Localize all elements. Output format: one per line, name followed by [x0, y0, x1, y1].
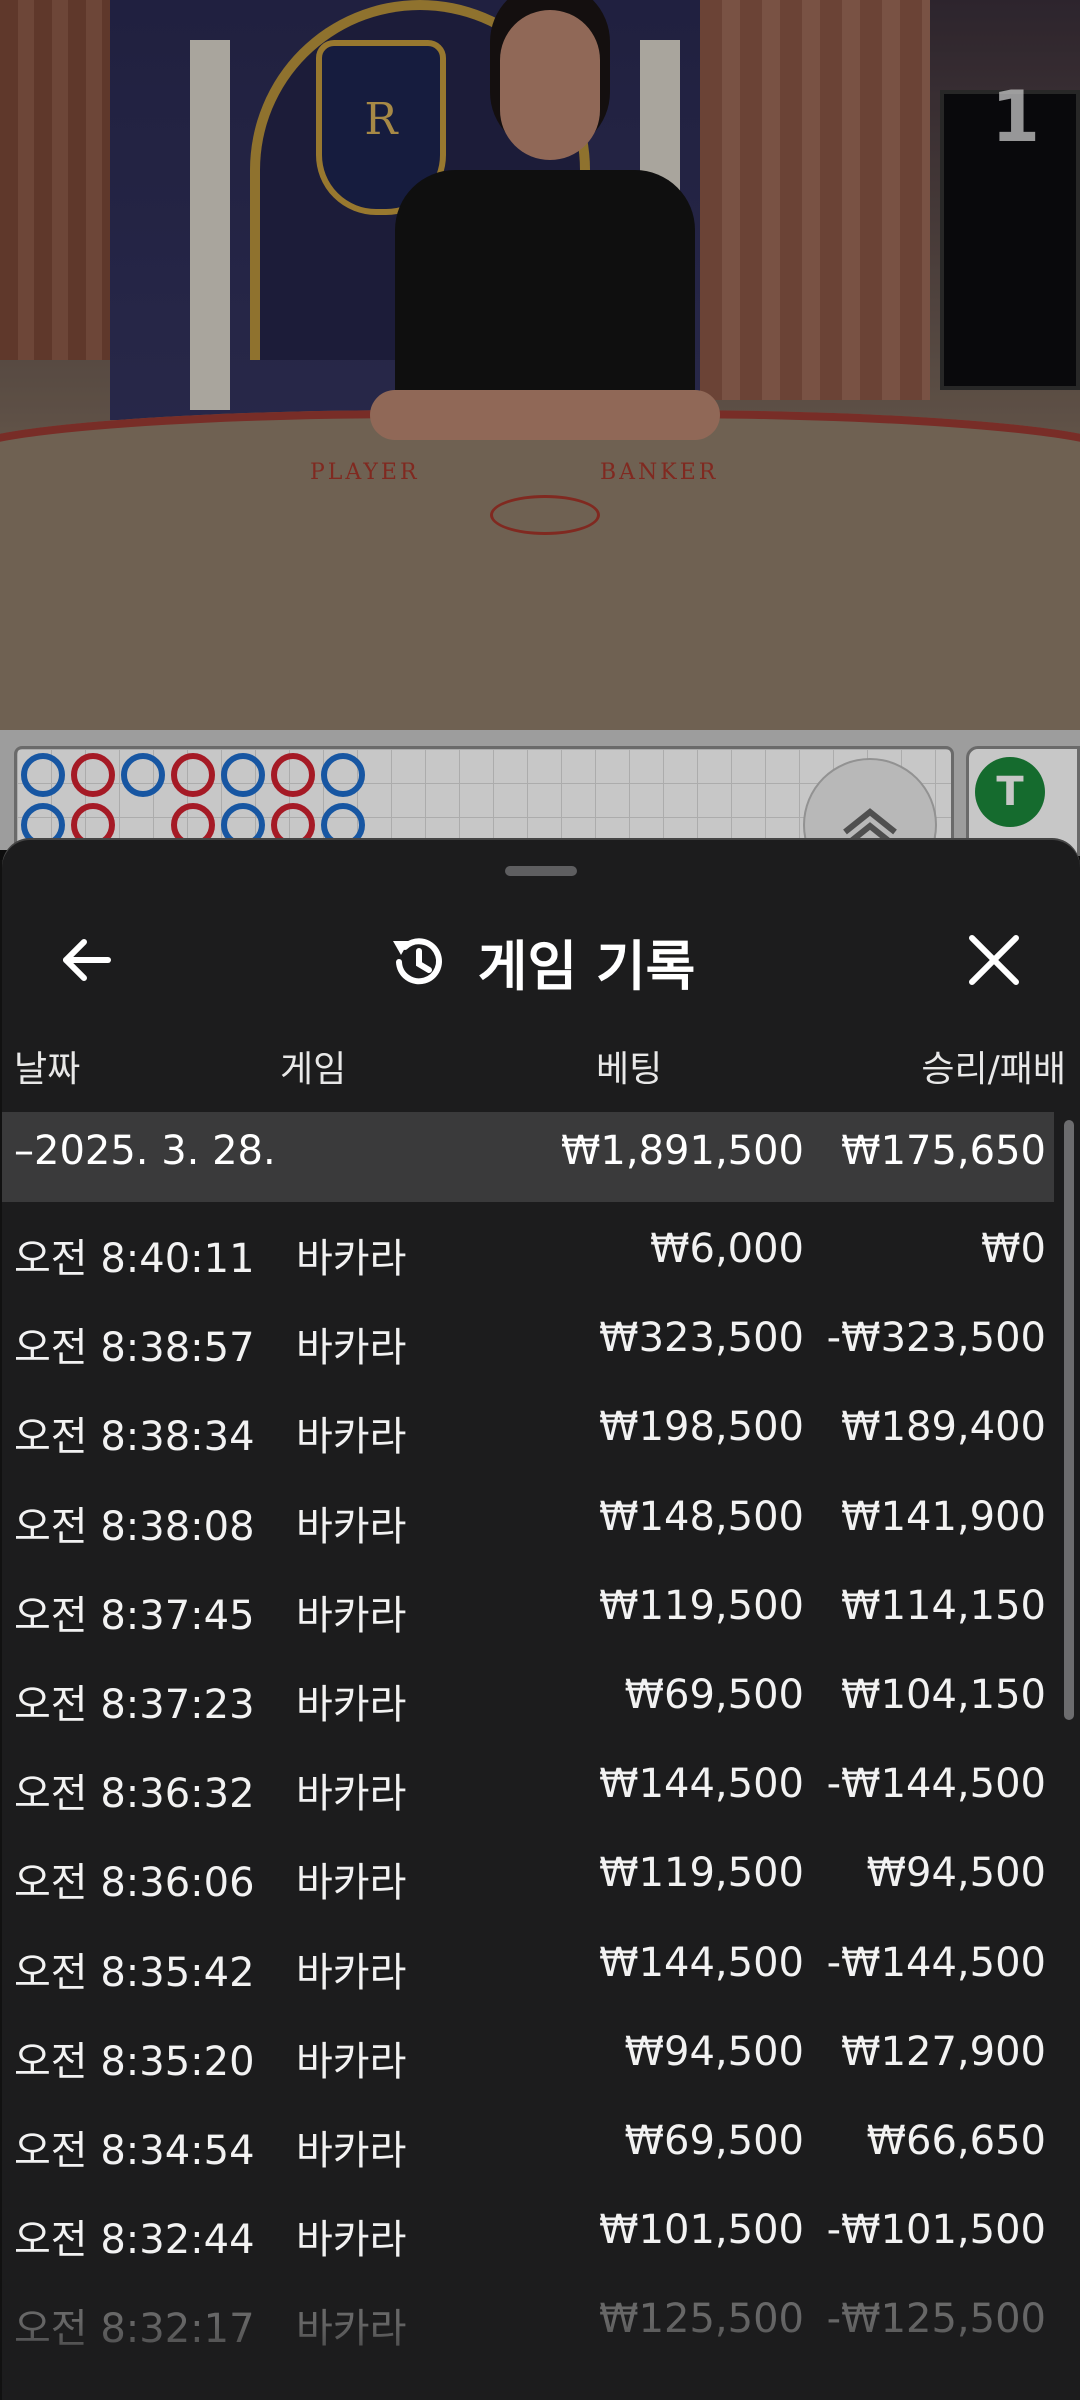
history-icon [392, 937, 442, 984]
history-row[interactable]: 오전 8:36:32 바카라 ₩144,500 -₩144,500 [2, 1737, 1054, 1826]
row-time: 오전 8:36:06 [14, 1860, 255, 1907]
history-row[interactable]: 오전 8:35:20 바카라 ₩94,500 ₩127,900 [2, 2005, 1054, 2094]
sheet-drag-handle[interactable] [505, 866, 577, 876]
row-game: 바카라 [296, 1325, 407, 1372]
history-row[interactable]: 오전 8:36:06 바카라 ₩119,500 ₩94,500 [2, 1826, 1054, 1915]
row-game: 바카라 [296, 1949, 407, 1996]
row-bet: ₩94,500 [624, 2028, 804, 2075]
row-bet: ₩148,500 [599, 1493, 804, 1540]
column-header-bet: 베팅 [596, 1049, 663, 1090]
summary-bet-total: ₩1,891,500 [560, 1128, 804, 1174]
row-time: 오전 8:38:34 [14, 1414, 255, 1461]
history-row[interactable]: 오전 8:35:42 바카라 ₩144,500 -₩144,500 [2, 1916, 1054, 2005]
history-row[interactable]: 오전 8:40:11 바카라 ₩6,000 ₩0 [2, 1202, 1054, 1291]
row-bet: ₩198,500 [599, 1404, 804, 1451]
history-row[interactable]: 오전 8:32:44 바카라 ₩101,500 -₩101,500 [2, 2183, 1054, 2272]
row-bet: ₩323,500 [599, 1315, 804, 1362]
backdrop-dim[interactable] [0, 0, 1080, 860]
row-bet: ₩119,500 [599, 1582, 804, 1629]
row-win-loss: ₩94,500 [866, 1850, 1046, 1897]
row-bet: ₩119,500 [599, 1850, 804, 1897]
list-fade [2, 2320, 1080, 2400]
row-bet: ₩69,500 [624, 2117, 804, 2164]
row-win-loss: -₩101,500 [826, 2207, 1046, 2254]
row-bet: ₩144,500 [599, 1761, 804, 1808]
column-header-game: 게임 [280, 1049, 347, 1090]
row-time: 오전 8:35:42 [14, 1949, 255, 1996]
row-game: 바카라 [296, 1771, 407, 1818]
row-win-loss: ₩189,400 [841, 1404, 1046, 1451]
row-game: 바카라 [296, 1503, 407, 1550]
row-time: 오전 8:40:11 [14, 1236, 255, 1282]
row-win-loss: ₩127,900 [841, 2028, 1046, 2075]
row-game: 바카라 [296, 1681, 407, 1728]
row-win-loss: ₩114,150 [841, 1582, 1046, 1629]
row-win-loss: ₩141,900 [841, 1493, 1046, 1540]
row-game: 바카라 [296, 2038, 407, 2085]
history-row[interactable]: 오전 8:37:45 바카라 ₩119,500 ₩114,150 [2, 1559, 1054, 1648]
history-row[interactable]: 오전 8:34:54 바카라 ₩69,500 ₩66,650 [2, 2094, 1054, 2183]
game-history-sheet: 게임 기록 날짜 게임 베팅 승리/패배 –2025. 3. 28. ₩1,89… [2, 840, 1080, 2400]
history-row[interactable]: 오전 8:38:08 바카라 ₩148,500 ₩141,900 [2, 1470, 1054, 1559]
row-time: 오전 8:38:08 [14, 1503, 255, 1550]
date-summary-row[interactable]: –2025. 3. 28. ₩1,891,500 ₩175,650 [2, 1112, 1054, 1202]
row-win-loss: ₩104,150 [841, 1671, 1046, 1718]
row-win-loss: -₩144,500 [826, 1761, 1046, 1808]
row-time: 오전 8:37:45 [14, 1592, 255, 1639]
row-time: 오전 8:36:32 [14, 1771, 255, 1818]
row-win-loss: -₩323,500 [826, 1315, 1046, 1362]
row-time: 오전 8:32:44 [14, 2217, 255, 2264]
history-row[interactable]: 오전 8:38:34 바카라 ₩198,500 ₩189,400 [2, 1380, 1054, 1469]
row-win-loss: ₩0 [981, 1226, 1046, 1272]
row-game: 바카라 [296, 1860, 407, 1907]
summary-win-loss-total: ₩175,650 [841, 1128, 1046, 1174]
row-game: 바카라 [296, 1236, 407, 1282]
column-header-win-loss: 승리/패배 [921, 1049, 1066, 1090]
row-time: 오전 8:34:54 [14, 2127, 255, 2174]
sheet-title-group: 게임 기록 [2, 922, 1080, 1002]
row-bet: ₩6,000 [649, 1226, 804, 1272]
row-time: 오전 8:37:23 [14, 1681, 255, 1728]
row-bet: ₩69,500 [624, 1671, 804, 1718]
row-game: 바카라 [296, 2127, 407, 2174]
scrollbar[interactable] [1064, 1120, 1074, 1720]
sheet-title: 게임 기록 [477, 935, 696, 998]
close-button[interactable] [962, 928, 1026, 992]
close-icon [969, 935, 1019, 985]
row-bet: ₩101,500 [599, 2207, 804, 2254]
history-row[interactable]: 오전 8:37:23 바카라 ₩69,500 ₩104,150 [2, 1648, 1054, 1737]
history-list: 오전 8:40:11 바카라 ₩6,000 ₩0 오전 8:38:57 바카라 ₩323,5… [2, 1202, 1054, 2361]
column-header-date: 날짜 [14, 1049, 81, 1090]
row-win-loss: ₩66,650 [866, 2117, 1046, 2164]
row-game: 바카라 [296, 1592, 407, 1639]
row-game: 바카라 [296, 2217, 407, 2264]
summary-date: –2025. 3. 28. [14, 1128, 276, 1174]
row-win-loss: -₩144,500 [826, 1939, 1046, 1986]
row-game: 바카라 [296, 1414, 407, 1461]
row-time: 오전 8:35:20 [14, 2038, 255, 2085]
row-bet: ₩144,500 [599, 1939, 804, 1986]
sheet-header: 게임 기록 [2, 900, 1080, 1020]
history-row[interactable]: 오전 8:38:57 바카라 ₩323,500 -₩323,500 [2, 1291, 1054, 1380]
row-time: 오전 8:38:57 [14, 1325, 255, 1372]
